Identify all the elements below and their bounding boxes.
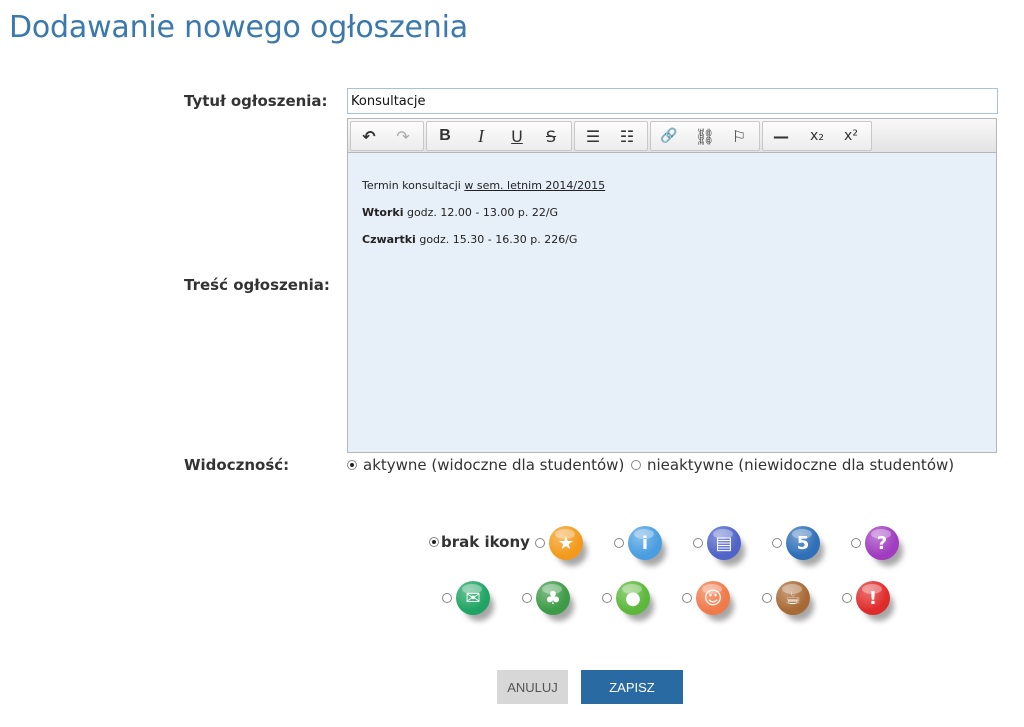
icon-radio[interactable] <box>762 593 772 603</box>
content-line: Czwartki godz. 15.30 - 16.30 p. 226/G <box>362 233 578 246</box>
superscript-button[interactable]: x² <box>835 124 867 148</box>
icon-radio[interactable] <box>602 593 612 603</box>
visibility-active-radio[interactable] <box>347 460 357 470</box>
coffee-icon: ☕ <box>776 581 810 615</box>
icon-option[interactable]: ☺ <box>682 581 730 615</box>
five-icon: 5 <box>786 526 820 560</box>
visibility-label: Widoczność: <box>184 456 290 474</box>
numbered-list-icon[interactable]: ☷ <box>611 124 643 148</box>
icon-option[interactable]: ☕ <box>762 581 810 615</box>
icon-radio[interactable] <box>442 593 452 603</box>
icon-none-radio[interactable] <box>429 537 439 547</box>
editor-content[interactable]: Termin konsultacji w sem. letnim 2014/20… <box>348 153 996 246</box>
toolbar-group-insert: — x₂ x² <box>762 121 872 151</box>
toolbar-group-history: ↶ ↷ <box>350 121 424 151</box>
icon-radio[interactable] <box>693 538 703 548</box>
icon-option[interactable]: ✉ <box>442 581 490 615</box>
mail-icon: ✉ <box>456 581 490 615</box>
group-icon: ♣ <box>536 581 570 615</box>
icon-option-none[interactable]: brak ikony <box>429 533 530 551</box>
page-title: Dodawanie nowego ogłoszenia <box>9 10 468 45</box>
icon-option[interactable]: ! <box>842 581 890 615</box>
icon-option[interactable]: 5 <box>772 526 820 560</box>
subscript-button[interactable]: x₂ <box>801 124 833 148</box>
toolbar-group-links: 🔗 ⛓ ⚐ <box>650 121 760 151</box>
icon-option[interactable]: ● <box>602 581 650 615</box>
visibility-active-option[interactable]: aktywne (widoczne dla studentów) <box>347 456 624 474</box>
cancel-button[interactable]: ANULUJ <box>497 670 568 704</box>
question-icon: ? <box>865 526 899 560</box>
redo-icon[interactable]: ↷ <box>387 124 419 148</box>
undo-icon[interactable]: ↶ <box>353 124 385 148</box>
icon-option[interactable]: ? <box>851 526 899 560</box>
icon-radio[interactable] <box>851 538 861 548</box>
horizontal-line-icon[interactable]: — <box>765 124 797 148</box>
icon-radio[interactable] <box>614 538 624 548</box>
content-line: Termin konsultacji w sem. letnim 2014/20… <box>362 179 606 192</box>
icon-radio[interactable] <box>842 593 852 603</box>
italic-button[interactable]: I <box>465 124 497 148</box>
toolbar-group-lists: ☰ ☷ <box>574 121 648 151</box>
document-icon: ▤ <box>707 526 741 560</box>
smiley-icon: ☺ <box>696 581 730 615</box>
visibility-inactive-radio[interactable] <box>631 460 641 470</box>
icon-option[interactable]: ♣ <box>522 581 570 615</box>
bookmark-icon[interactable]: ⚐ <box>723 124 755 148</box>
star-icon: ★ <box>549 526 583 560</box>
toolbar-group-format: B I U S <box>426 121 572 151</box>
bulleted-list-icon[interactable]: ☰ <box>577 124 609 148</box>
strikethrough-button[interactable]: S <box>535 124 567 148</box>
editor-toolbar: ↶ ↷ B I U S ☰ ☷ 🔗 ⛓ ⚐ — x₂ x² <box>348 119 996 153</box>
title-label: Tytuł ogłoszenia: <box>184 92 328 110</box>
icon-option[interactable]: ★ <box>535 526 583 560</box>
content-line: Wtorki godz. 12.00 - 13.00 p. 22/G <box>362 206 559 219</box>
icon-radio[interactable] <box>535 538 545 548</box>
info-icon: i <box>628 526 662 560</box>
unlink-icon[interactable]: ⛓ <box>689 124 721 148</box>
content-label: Treść ogłoszenia: <box>184 276 330 294</box>
save-button[interactable]: ZAPISZ <box>581 670 683 704</box>
bold-button[interactable]: B <box>429 124 461 148</box>
exclamation-icon: ! <box>856 581 890 615</box>
rich-text-editor[interactable]: ↶ ↷ B I U S ☰ ☷ 🔗 ⛓ ⚐ — x₂ x² Termin kon… <box>347 118 997 453</box>
icon-radio[interactable] <box>772 538 782 548</box>
icon-option[interactable]: ▤ <box>693 526 741 560</box>
icon-option[interactable]: i <box>614 526 662 560</box>
icon-radio[interactable] <box>522 593 532 603</box>
underline-button[interactable]: U <box>501 124 533 148</box>
visibility-inactive-option[interactable]: nieaktywne (niewidoczne dla studentów) <box>631 456 954 474</box>
link-icon[interactable]: 🔗 <box>653 124 685 148</box>
icon-radio[interactable] <box>682 593 692 603</box>
title-input[interactable] <box>347 88 998 114</box>
person-icon: ● <box>616 581 650 615</box>
